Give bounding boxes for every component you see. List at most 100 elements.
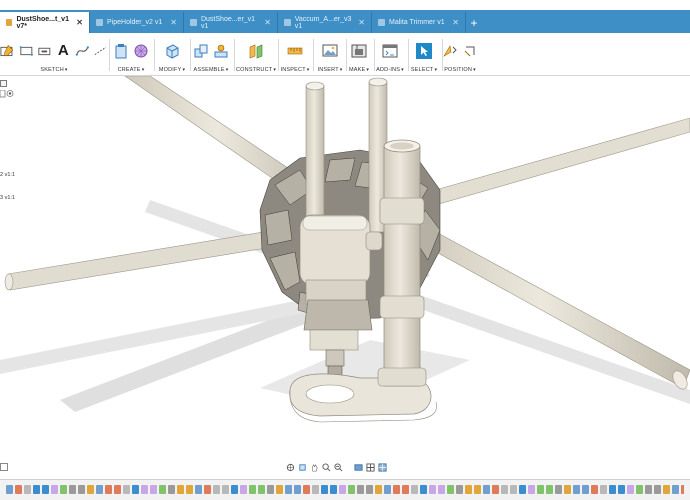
timeline-feature[interactable] — [51, 485, 58, 494]
close-icon[interactable]: ✕ — [170, 18, 177, 27]
timeline-feature[interactable] — [186, 485, 193, 494]
timeline-feature[interactable] — [429, 485, 436, 494]
timeline-feature[interactable] — [663, 485, 670, 494]
timeline-feature[interactable] — [150, 485, 157, 494]
joint-icon[interactable] — [213, 43, 229, 59]
3d-print-icon[interactable] — [351, 43, 367, 59]
timeline-feature[interactable] — [258, 485, 265, 494]
timeline-feature[interactable] — [141, 485, 148, 494]
zoom-icon[interactable] — [322, 462, 331, 472]
insert-image-icon[interactable] — [322, 43, 338, 59]
select-menu-label[interactable]: SELECT▾ — [408, 67, 440, 73]
sketch-menu-label[interactable]: SKETCH▾ — [0, 67, 108, 73]
timeline-feature[interactable] — [222, 485, 229, 494]
position-menu-label[interactable]: POSITION▾ — [442, 67, 478, 73]
form-sphere-icon[interactable] — [133, 43, 149, 59]
timeline-feature[interactable] — [24, 485, 31, 494]
slot-icon[interactable] — [37, 43, 52, 59]
timeline-feature[interactable] — [15, 485, 22, 494]
timeline-feature[interactable] — [114, 485, 121, 494]
timeline-feature[interactable] — [492, 485, 499, 494]
timeline-feature[interactable] — [312, 485, 319, 494]
tab-vaccum[interactable]: Vaccum_A...er_v3 v1 ✕ — [278, 12, 372, 33]
close-icon[interactable]: ✕ — [264, 18, 271, 27]
timeline-feature[interactable] — [213, 485, 220, 494]
timeline-feature[interactable] — [447, 485, 454, 494]
settings-toggle[interactable] — [0, 463, 8, 471]
assemble-menu-label[interactable]: ASSEMBLE▾ — [190, 67, 232, 73]
timeline-feature[interactable] — [483, 485, 490, 494]
timeline-feature[interactable] — [393, 485, 400, 494]
timeline-feature[interactable] — [636, 485, 643, 494]
timeline-feature[interactable] — [573, 485, 580, 494]
timeline-feature[interactable] — [60, 485, 67, 494]
timeline-feature[interactable] — [501, 485, 508, 494]
sketch-edit-icon[interactable] — [0, 43, 15, 59]
timeline-feature[interactable] — [87, 485, 94, 494]
timeline-feature[interactable] — [582, 485, 589, 494]
timeline-feature[interactable] — [42, 485, 49, 494]
capture-position-icon[interactable] — [442, 43, 458, 59]
timeline-feature[interactable] — [69, 485, 76, 494]
new-tab-button[interactable]: + — [466, 12, 482, 33]
tab-dustshoe-active[interactable]: DustShoe...t_v1 v7* ✕ — [0, 12, 90, 33]
timeline-feature[interactable] — [438, 485, 445, 494]
tab-pipeholder[interactable]: PipeHolder_v2 v1 ✕ — [90, 12, 184, 33]
timeline-feature[interactable] — [348, 485, 355, 494]
create-menu-label[interactable]: CREATE▾ — [111, 67, 151, 73]
timeline-feature[interactable] — [402, 485, 409, 494]
timeline-feature[interactable] — [105, 485, 112, 494]
timeline-feature[interactable] — [555, 485, 562, 494]
timeline-feature[interactable] — [276, 485, 283, 494]
close-icon[interactable]: ✕ — [358, 18, 365, 27]
new-component-icon[interactable] — [113, 43, 129, 59]
timeline-feature[interactable] — [33, 485, 40, 494]
timeline-feature[interactable] — [564, 485, 571, 494]
press-pull-icon[interactable] — [164, 43, 180, 59]
timeline-feature[interactable] — [672, 485, 679, 494]
pan-hand-icon[interactable] — [310, 463, 319, 472]
fit-window-icon[interactable] — [334, 462, 343, 472]
inspect-menu-label[interactable]: INSPECT▾ — [280, 67, 310, 73]
timeline-feature[interactable] — [465, 485, 472, 494]
new-component-box-icon[interactable] — [193, 43, 209, 59]
timeline-feature[interactable] — [609, 485, 616, 494]
3d-viewport[interactable] — [0, 76, 690, 458]
timeline-feature[interactable] — [204, 485, 211, 494]
timeline-feature[interactable] — [132, 485, 139, 494]
tab-dustshoe-er[interactable]: DustShoe...er_v1 v1 ✕ — [184, 12, 278, 33]
rectangle-icon[interactable] — [19, 43, 34, 59]
orbit-icon[interactable] — [286, 463, 295, 472]
timeline-feature[interactable] — [357, 485, 364, 494]
timeline-feature[interactable] — [366, 485, 373, 494]
timeline-feature[interactable] — [645, 485, 652, 494]
timeline-feature[interactable] — [474, 485, 481, 494]
timeline-feature[interactable] — [177, 485, 184, 494]
timeline-feature[interactable] — [240, 485, 247, 494]
addins-menu-label[interactable]: ADD-INS▾ — [374, 67, 406, 73]
close-icon[interactable]: ✕ — [452, 18, 459, 27]
make-menu-label[interactable]: MAKE▾ — [346, 67, 372, 73]
timeline-feature[interactable] — [321, 485, 328, 494]
timeline-feature[interactable] — [654, 485, 661, 494]
timeline-feature[interactable] — [627, 485, 634, 494]
timeline-feature[interactable] — [384, 485, 391, 494]
revert-position-icon[interactable] — [462, 43, 478, 59]
timeline-feature[interactable] — [267, 485, 274, 494]
scripts-addins-icon[interactable] — [382, 43, 398, 59]
timeline-feature[interactable] — [231, 485, 238, 494]
timeline-feature[interactable] — [375, 485, 382, 494]
timeline-feature[interactable] — [339, 485, 346, 494]
timeline-feature[interactable] — [600, 485, 607, 494]
select-cursor-icon[interactable] — [416, 43, 432, 59]
timeline-feature[interactable] — [420, 485, 427, 494]
construction-line-icon[interactable] — [93, 43, 108, 59]
timeline-feature[interactable] — [303, 485, 310, 494]
display-settings-icon[interactable] — [354, 463, 363, 472]
timeline-feature[interactable] — [519, 485, 526, 494]
timeline-feature[interactable] — [159, 485, 166, 494]
timeline-feature[interactable] — [411, 485, 418, 494]
timeline-feature[interactable] — [510, 485, 517, 494]
timeline-feature[interactable] — [6, 485, 13, 494]
timeline-feature[interactable] — [285, 485, 292, 494]
